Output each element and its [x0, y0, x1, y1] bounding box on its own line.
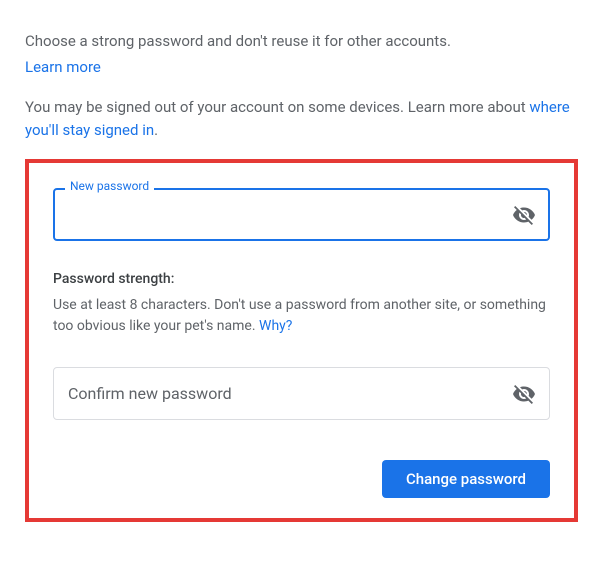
button-row: Change password: [53, 460, 550, 498]
new-password-input[interactable]: [53, 188, 550, 241]
signout-note: You may be signed out of your account on…: [25, 96, 578, 141]
new-password-group: New password: [53, 188, 550, 241]
confirm-password-input[interactable]: [53, 367, 550, 420]
confirm-password-group: [53, 367, 550, 420]
intro-section: Choose a strong password and don't reuse…: [25, 30, 578, 78]
strength-title: Password strength:: [53, 271, 550, 287]
learn-more-link[interactable]: Learn more: [25, 58, 101, 76]
new-password-label: New password: [65, 179, 154, 193]
strength-description: Use at least 8 characters. Don't use a p…: [53, 295, 550, 337]
signout-text-b: .: [154, 121, 158, 139]
eye-off-icon[interactable]: [512, 382, 536, 406]
password-strength-section: Password strength: Use at least 8 charac…: [53, 271, 550, 337]
password-form-highlight: New password Password strength: Use at l…: [25, 159, 578, 522]
intro-line1: Choose a strong password and don't reuse…: [25, 32, 451, 50]
signout-text-a: You may be signed out of your account on…: [25, 98, 529, 116]
why-link[interactable]: Why?: [259, 318, 292, 334]
eye-off-icon[interactable]: [512, 203, 536, 227]
change-password-button[interactable]: Change password: [382, 460, 550, 498]
